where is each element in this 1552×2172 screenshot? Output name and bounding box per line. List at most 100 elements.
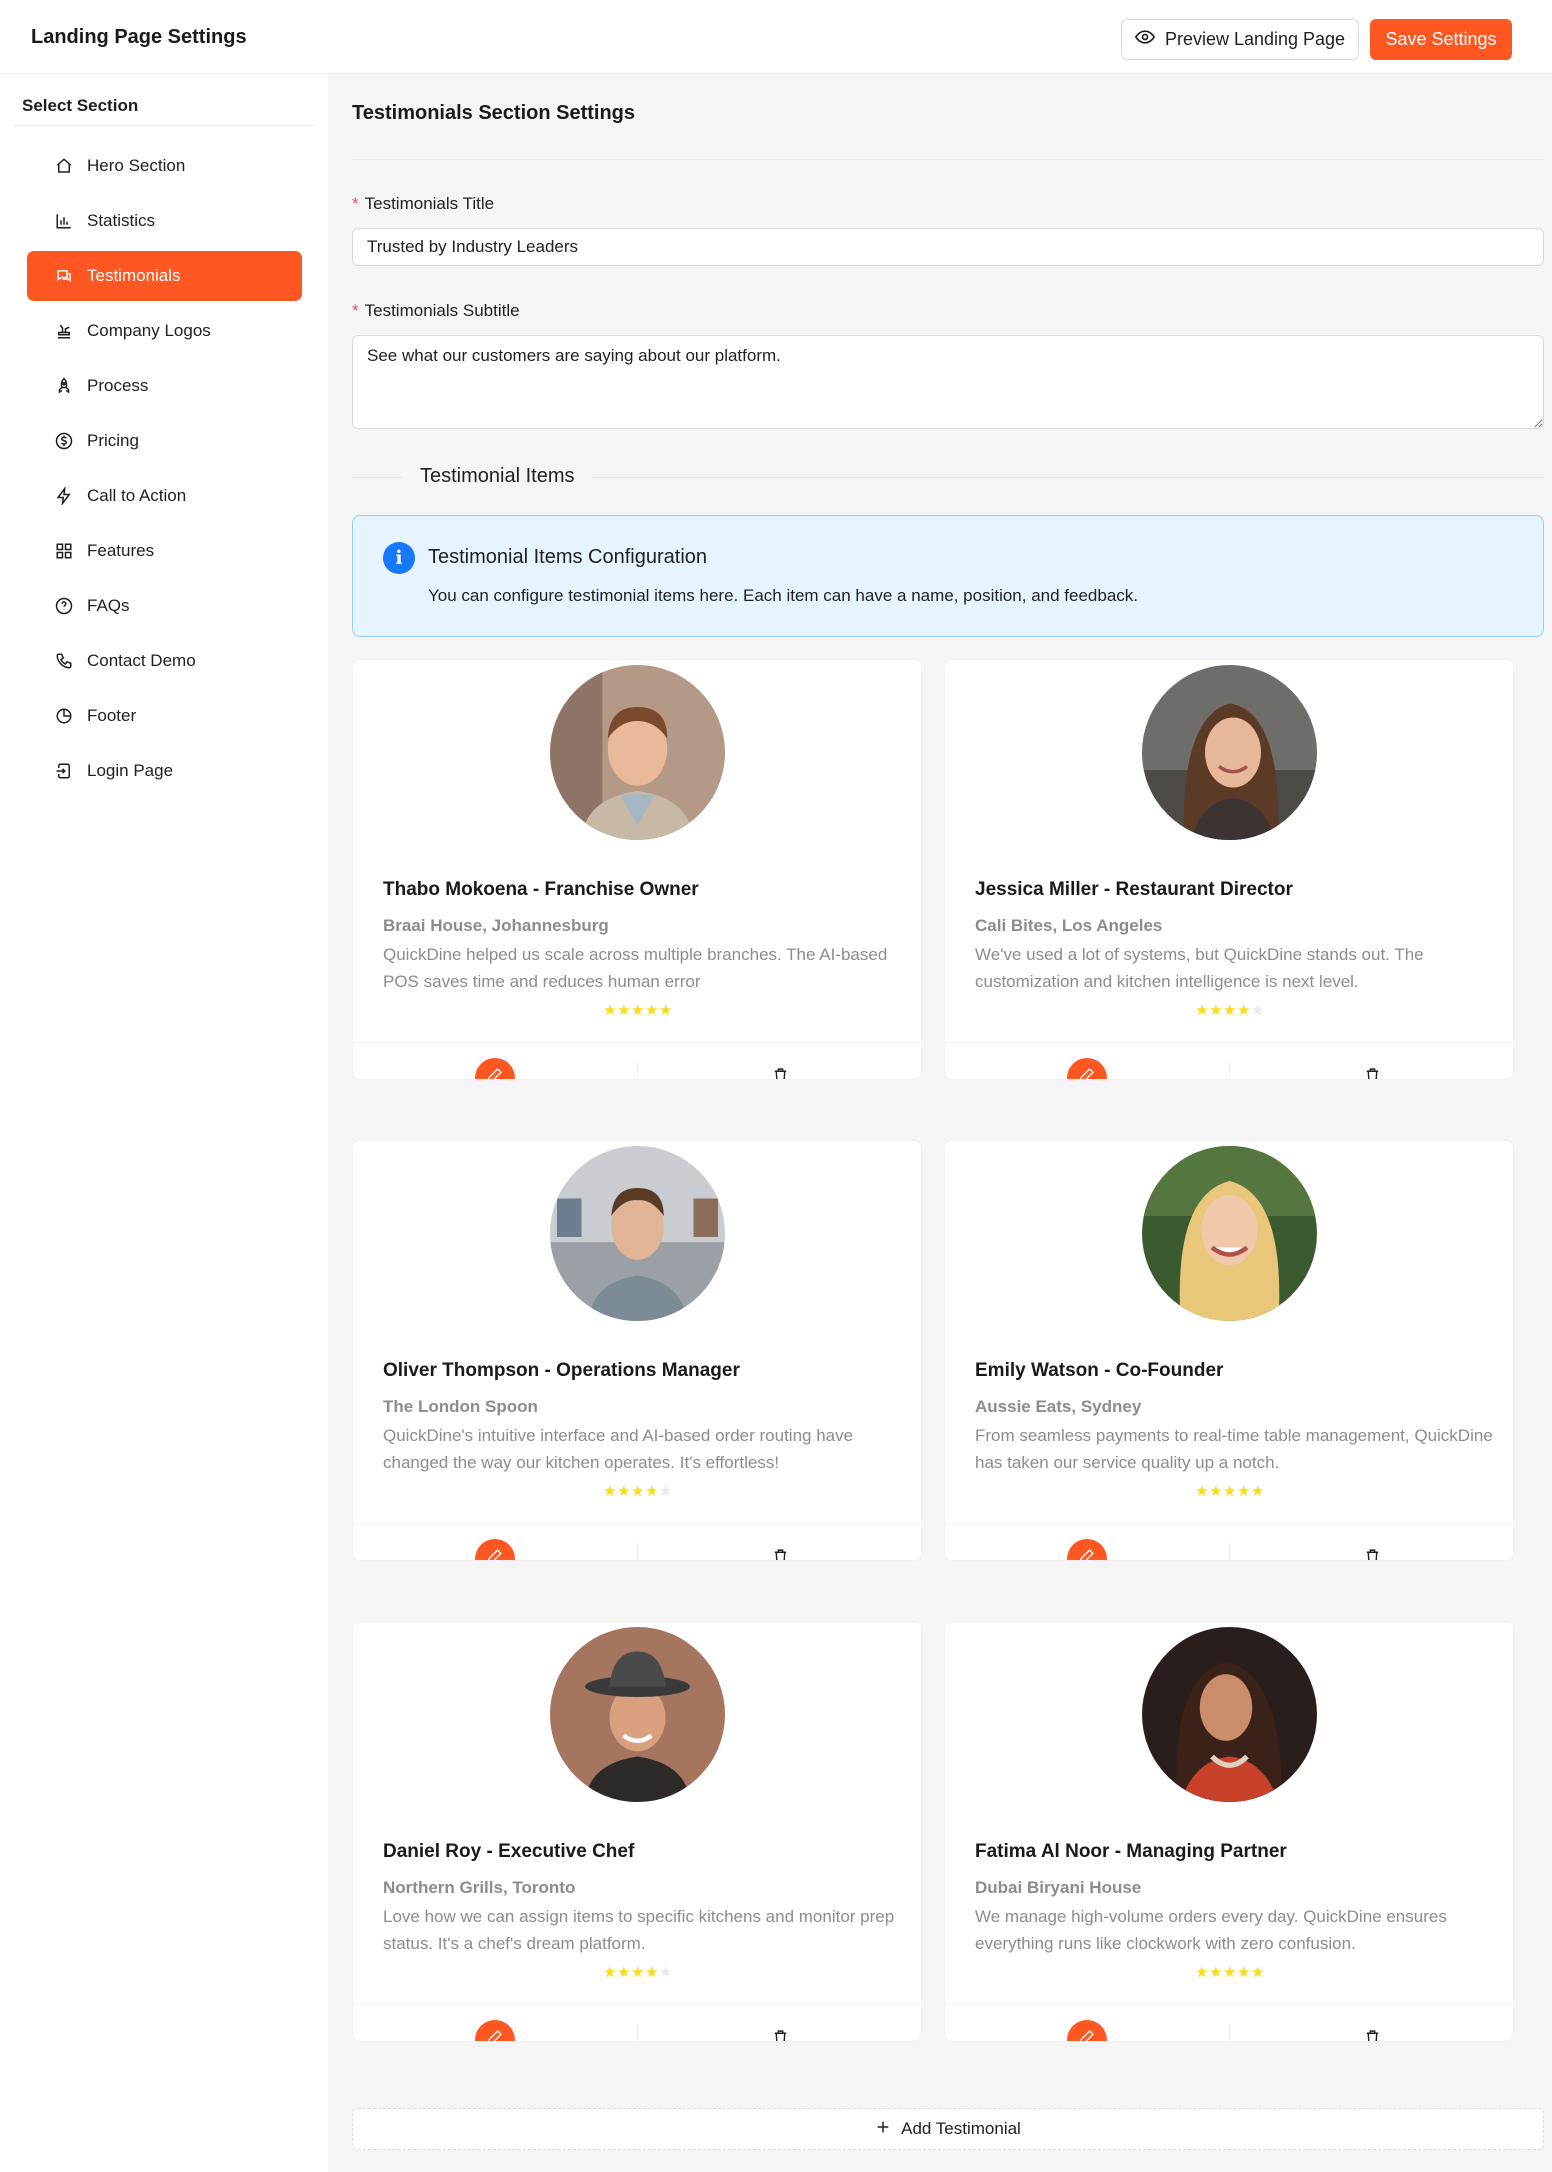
delete-button[interactable]: [1354, 1060, 1390, 1079]
testimonials-subtitle-label: * Testimonials Subtitle: [352, 301, 520, 321]
sidebar-item-company-logos[interactable]: Company Logos: [27, 306, 302, 356]
sidebar-item-call-to-action[interactable]: Call to Action: [27, 471, 302, 521]
save-settings-button[interactable]: Save Settings: [1370, 19, 1512, 60]
avatar: [1142, 1146, 1317, 1321]
field-label-text: Testimonials Subtitle: [364, 301, 520, 320]
delete-button[interactable]: [762, 2022, 798, 2041]
card-actions: [353, 1042, 921, 1079]
avatar: [1142, 665, 1317, 840]
testimonial-name: Thabo Mokoena - Franchise Owner: [383, 879, 699, 900]
edit-button[interactable]: [1067, 1539, 1107, 1560]
delete-button[interactable]: [762, 1541, 798, 1560]
sidebar-item-label: FAQs: [87, 596, 130, 615]
sidebar-item-faqs[interactable]: FAQs: [27, 581, 302, 631]
avatar: [1142, 1627, 1317, 1802]
star-filled-icon: ★: [1195, 1482, 1210, 1500]
preview-landing-page-button[interactable]: Preview Landing Page: [1121, 19, 1359, 60]
sidebar-item-features[interactable]: Features: [27, 526, 302, 576]
delete-button[interactable]: [762, 1060, 798, 1079]
sidebar-item-label: Features: [87, 541, 155, 560]
action-separator: [637, 2023, 638, 2041]
info-alert: i Testimonial Items Configuration You ca…: [352, 515, 1544, 637]
stamp-icon: [55, 322, 73, 340]
star-filled-icon: ★: [644, 1963, 659, 1981]
bar-chart-icon: [55, 212, 73, 230]
star-filled-icon: ★: [1223, 1963, 1237, 1981]
info-icon: i: [383, 542, 415, 574]
star-filled-icon: ★: [1195, 1001, 1210, 1019]
card-actions: [945, 1042, 1513, 1079]
add-testimonial-button[interactable]: Add Testimonial: [352, 2108, 1544, 2150]
star-filled-icon: ★: [603, 1963, 618, 1981]
edit-button[interactable]: [475, 1539, 515, 1560]
sidebar-item-label: Testimonials: [87, 266, 181, 285]
divider-line: [352, 477, 402, 478]
lightning-icon: [55, 487, 73, 505]
preview-button-label: Preview Landing Page: [1164, 29, 1346, 49]
sidebar-item-label: Pricing: [87, 431, 139, 450]
required-mark: *: [352, 301, 359, 320]
star-filled-icon: ★: [644, 1001, 659, 1019]
info-alert-description: You can configure testimonial items here…: [428, 586, 1139, 605]
star-empty-icon: ★: [658, 1963, 673, 1981]
star-rating: ★★★★★: [945, 1000, 1513, 1020]
edit-button[interactable]: [1067, 2020, 1107, 2041]
card-actions: [945, 2004, 1513, 2041]
sidebar-item-label: Statistics: [87, 211, 156, 230]
testimonial-name: Daniel Roy - Executive Chef: [383, 1841, 635, 1862]
sidebar-item-process[interactable]: Process: [27, 361, 302, 411]
grid-icon: [55, 542, 73, 560]
question-circle-icon: [55, 597, 73, 615]
delete-button[interactable]: [1354, 1541, 1390, 1560]
testimonial-name: Fatima Al Noor - Managing Partner: [975, 1841, 1287, 1862]
action-separator: [637, 1061, 638, 1079]
testimonial-card: Jessica Miller - Restaurant Director Cal…: [944, 659, 1514, 1080]
star-filled-icon: ★: [603, 1001, 618, 1019]
sidebar-divider: [14, 125, 316, 126]
sidebar-item-label: Call to Action: [87, 486, 187, 505]
trash-icon: [772, 2029, 789, 2041]
star-filled-icon: ★: [631, 1001, 645, 1019]
testimonial-company: Cali Bites, Los Angeles: [975, 916, 1163, 935]
star-filled-icon: ★: [617, 1963, 632, 1981]
main-content: Testimonials Section Settings * Testimoni…: [328, 74, 1552, 2172]
sidebar-item-label: Company Logos: [87, 321, 211, 340]
delete-button[interactable]: [1354, 2022, 1390, 2041]
sidebar-item-hero-section[interactable]: Hero Section: [27, 141, 302, 191]
testimonial-items-divider: Testimonial Items: [352, 462, 1544, 492]
sidebar-item-label: Process: [87, 376, 149, 395]
star-filled-icon: ★: [617, 1482, 632, 1500]
sidebar-item-pricing[interactable]: Pricing: [27, 416, 302, 466]
page-title: Landing Page Settings: [31, 26, 247, 48]
edit-button[interactable]: [475, 2020, 515, 2041]
dollar-circle-icon: [55, 432, 73, 450]
sidebar-item-label: Contact Demo: [87, 651, 196, 670]
sidebar-item-label: Hero Section: [87, 156, 186, 175]
star-filled-icon: ★: [1236, 1001, 1251, 1019]
top-header: Landing Page Settings Preview Landing Pa…: [0, 0, 1552, 74]
section-title: Testimonials Section Settings: [352, 102, 636, 124]
sidebar-item-statistics[interactable]: Statistics: [27, 196, 302, 246]
sidebar-item-login-page[interactable]: Login Page: [27, 746, 302, 796]
sidebar-item-contact-demo[interactable]: Contact Demo: [27, 636, 302, 686]
edit-button[interactable]: [475, 1058, 515, 1079]
testimonials-title-label: * Testimonials Title: [352, 194, 494, 214]
testimonials-title-input[interactable]: [352, 228, 1544, 266]
divider-line: [592, 477, 1544, 478]
login-icon: [55, 762, 73, 780]
star-filled-icon: ★: [631, 1482, 645, 1500]
testimonial-card: Thabo Mokoena - Franchise Owner Braai Ho…: [352, 659, 922, 1080]
testimonial-company: The London Spoon: [383, 1397, 538, 1416]
testimonial-feedback: Love how we can assign items to specific…: [383, 1907, 895, 1953]
pencil-icon: [487, 1548, 503, 1560]
edit-button[interactable]: [1067, 1058, 1107, 1079]
sidebar-list: Hero Section Statistics Testimonials Com…: [27, 141, 302, 801]
testimonial-company: Northern Grills, Toronto: [383, 1878, 576, 1897]
testimonial-feedback: From seamless payments to real-time tabl…: [975, 1426, 1493, 1472]
sidebar-item-footer[interactable]: Footer: [27, 691, 302, 741]
testimonials-subtitle-textarea[interactable]: [352, 335, 1544, 429]
sidebar-item-testimonials[interactable]: Testimonials: [27, 251, 302, 301]
star-filled-icon: ★: [1209, 1482, 1224, 1500]
star-filled-icon: ★: [658, 1001, 673, 1019]
phone-icon: [55, 652, 73, 670]
